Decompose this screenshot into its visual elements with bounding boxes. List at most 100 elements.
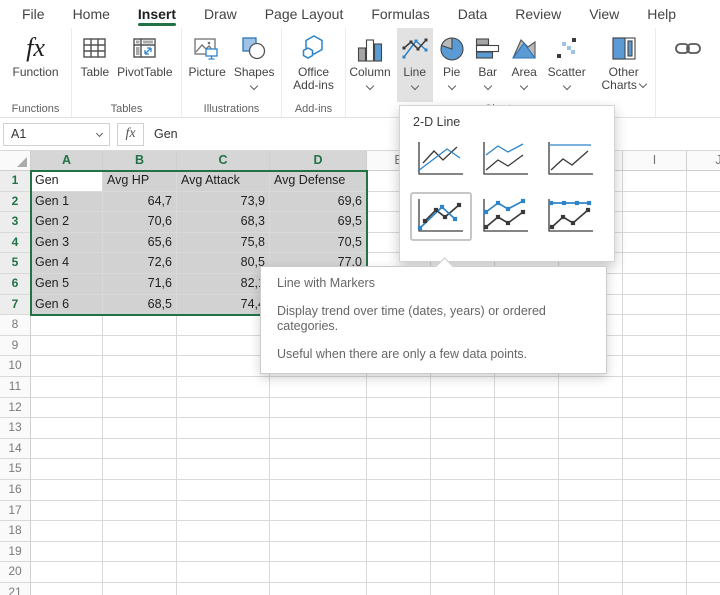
cell-J16[interactable]	[687, 480, 720, 501]
other-charts-chevron-down-icon[interactable]	[639, 80, 647, 88]
cell-C18[interactable]	[177, 521, 270, 542]
row-header-12[interactable]: 12	[0, 398, 31, 419]
cell-A4[interactable]: Gen 3	[31, 233, 103, 254]
cell-G19[interactable]	[495, 542, 559, 563]
row-header-7[interactable]: 7	[0, 295, 31, 316]
bar-chevron-down-icon[interactable]	[483, 82, 491, 90]
column-chart-button[interactable]: Column	[345, 28, 394, 102]
cell-I6[interactable]	[623, 274, 687, 295]
select-all-corner[interactable]	[0, 151, 31, 171]
row-header-3[interactable]: 3	[0, 212, 31, 233]
row-header-14[interactable]: 14	[0, 439, 31, 460]
cell-J1[interactable]	[687, 171, 720, 192]
cell-G18[interactable]	[495, 521, 559, 542]
menu-tab-formulas[interactable]: Formulas	[371, 0, 429, 28]
area-chart-button[interactable]: Area	[507, 28, 542, 102]
cell-D11[interactable]	[270, 377, 367, 398]
cell-A9[interactable]	[31, 336, 103, 357]
cell-A17[interactable]	[31, 501, 103, 522]
row-header-17[interactable]: 17	[0, 501, 31, 522]
cell-D19[interactable]	[270, 542, 367, 563]
insert-function-button[interactable]: fx	[117, 123, 144, 146]
cell-A10[interactable]	[31, 356, 103, 377]
row-header-16[interactable]: 16	[0, 480, 31, 501]
row-header-10[interactable]: 10	[0, 356, 31, 377]
cell-F18[interactable]	[431, 521, 495, 542]
chart-thumbnail-line[interactable]	[410, 135, 472, 184]
cell-J11[interactable]	[687, 377, 720, 398]
cell-I18[interactable]	[623, 521, 687, 542]
cell-B4[interactable]: 65,6	[103, 233, 177, 254]
cell-B17[interactable]	[103, 501, 177, 522]
cell-B3[interactable]: 70,6	[103, 212, 177, 233]
row-header-8[interactable]: 8	[0, 315, 31, 336]
cell-C14[interactable]	[177, 439, 270, 460]
scatter-chevron-down-icon[interactable]	[562, 82, 570, 90]
cell-A3[interactable]: Gen 2	[31, 212, 103, 233]
chart-thumbnail-100-stacked-line[interactable]	[540, 135, 602, 184]
column-header-A[interactable]: A	[31, 151, 103, 171]
cell-J20[interactable]	[687, 562, 720, 583]
row-header-21[interactable]: 21	[0, 583, 31, 595]
cell-E17[interactable]	[367, 501, 431, 522]
cell-E18[interactable]	[367, 521, 431, 542]
cell-I10[interactable]	[623, 356, 687, 377]
cell-A18[interactable]	[31, 521, 103, 542]
cell-H17[interactable]	[559, 501, 623, 522]
cell-J13[interactable]	[687, 418, 720, 439]
cell-I15[interactable]	[623, 459, 687, 480]
cell-A15[interactable]	[31, 459, 103, 480]
name-box-chevron-down-icon[interactable]	[96, 129, 103, 136]
cell-G13[interactable]	[495, 418, 559, 439]
chart-thumbnail-stacked-line[interactable]	[475, 135, 537, 184]
cell-H15[interactable]	[559, 459, 623, 480]
cell-J15[interactable]	[687, 459, 720, 480]
cell-A7[interactable]: Gen 6	[31, 295, 103, 316]
menu-tab-file[interactable]: File	[22, 0, 45, 28]
cell-A6[interactable]: Gen 5	[31, 274, 103, 295]
cell-I1[interactable]	[623, 171, 687, 192]
cell-I21[interactable]	[623, 583, 687, 595]
cell-C9[interactable]	[177, 336, 270, 357]
pivottable-button[interactable]: PivotTable	[113, 28, 176, 102]
cell-J17[interactable]	[687, 501, 720, 522]
menu-tab-page-layout[interactable]: Page Layout	[265, 0, 344, 28]
row-header-18[interactable]: 18	[0, 521, 31, 542]
cell-J9[interactable]	[687, 336, 720, 357]
cell-I4[interactable]	[623, 233, 687, 254]
function-button[interactable]: fx Function	[8, 28, 62, 102]
cell-G14[interactable]	[495, 439, 559, 460]
cell-B15[interactable]	[103, 459, 177, 480]
cell-J6[interactable]	[687, 274, 720, 295]
other-charts-button[interactable]: Other Charts	[592, 28, 656, 102]
cell-B16[interactable]	[103, 480, 177, 501]
menu-tab-draw[interactable]: Draw	[204, 0, 237, 28]
chart-thumbnail-stacked-line-with-markers[interactable]	[475, 192, 537, 241]
row-header-15[interactable]: 15	[0, 459, 31, 480]
scatter-chart-button[interactable]: Scatter	[544, 28, 590, 102]
cell-J18[interactable]	[687, 521, 720, 542]
cell-A13[interactable]	[31, 418, 103, 439]
cell-B11[interactable]	[103, 377, 177, 398]
column-chevron-down-icon[interactable]	[366, 82, 374, 90]
chart-thumbnail-100-stacked-line-with-markers[interactable]	[540, 192, 602, 241]
cell-I7[interactable]	[623, 295, 687, 316]
row-header-9[interactable]: 9	[0, 336, 31, 357]
cell-H18[interactable]	[559, 521, 623, 542]
row-header-19[interactable]: 19	[0, 542, 31, 563]
chart-thumbnail-line-with-markers[interactable]	[410, 192, 472, 241]
hyperlink-button[interactable]	[669, 28, 707, 102]
cell-I20[interactable]	[623, 562, 687, 583]
cell-B6[interactable]: 71,6	[103, 274, 177, 295]
cell-A2[interactable]: Gen 1	[31, 192, 103, 213]
cell-J5[interactable]	[687, 253, 720, 274]
cell-D1[interactable]: Avg Defense	[270, 171, 367, 192]
cell-A21[interactable]	[31, 583, 103, 595]
line-chevron-down-icon[interactable]	[410, 82, 418, 90]
cell-E12[interactable]	[367, 398, 431, 419]
column-header-I[interactable]: I	[623, 151, 687, 171]
cell-J10[interactable]	[687, 356, 720, 377]
cell-C20[interactable]	[177, 562, 270, 583]
cell-A12[interactable]	[31, 398, 103, 419]
row-header-13[interactable]: 13	[0, 418, 31, 439]
